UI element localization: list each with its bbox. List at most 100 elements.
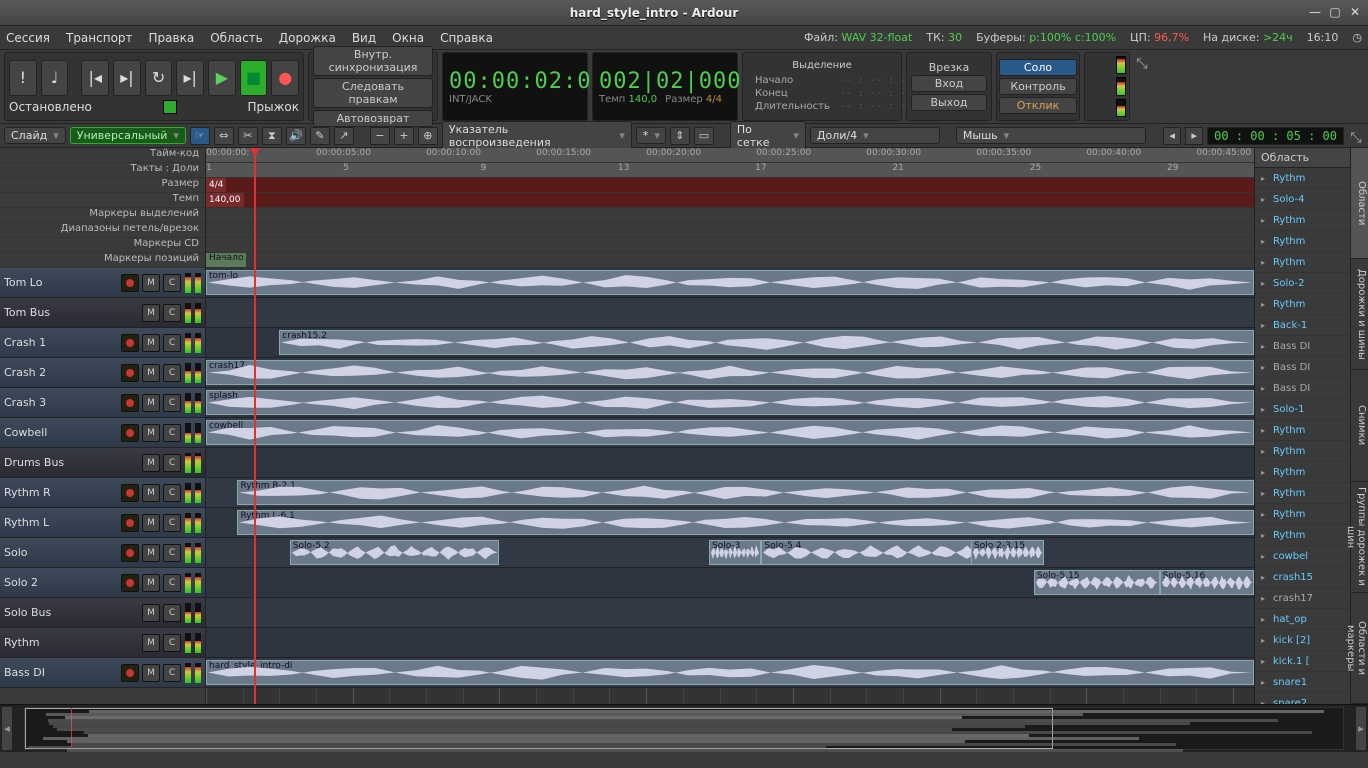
- region-list-item[interactable]: snare2: [1255, 693, 1350, 704]
- transport-jump[interactable]: Прыжок: [247, 100, 299, 114]
- nudge-forward-button[interactable]: ▸: [1185, 127, 1203, 145]
- region-list-item[interactable]: Back-1: [1255, 315, 1350, 336]
- track-solo-button[interactable]: С: [163, 544, 181, 562]
- track-lane[interactable]: [206, 448, 1254, 478]
- track-mute-button[interactable]: М: [142, 334, 160, 352]
- track-header[interactable]: Tom BusМС: [0, 298, 205, 328]
- track-height-combo[interactable]: *: [636, 127, 666, 144]
- region-list-item[interactable]: Solo-1: [1255, 399, 1350, 420]
- track-mute-button[interactable]: М: [142, 364, 160, 382]
- auto-return-button[interactable]: Автовозврат: [313, 110, 433, 127]
- stop-button[interactable]: ■: [240, 60, 268, 96]
- tool-timefx[interactable]: ⧗: [262, 127, 282, 145]
- track-header[interactable]: RythmМС: [0, 628, 205, 658]
- track-mute-button[interactable]: М: [142, 424, 160, 442]
- track-rec-button[interactable]: [121, 484, 139, 502]
- audio-region[interactable]: Solo-5.16: [1160, 570, 1254, 595]
- track-lane[interactable]: cowbell: [206, 418, 1254, 448]
- track-mute-button[interactable]: М: [142, 634, 160, 652]
- tool-range[interactable]: ⇔: [214, 127, 234, 145]
- track-mute-button[interactable]: М: [142, 394, 160, 412]
- track-solo-button[interactable]: С: [163, 424, 181, 442]
- minimize-icon[interactable]: —: [1308, 6, 1322, 20]
- menu-transport[interactable]: Транспорт: [66, 31, 133, 45]
- audio-region[interactable]: splash: [206, 390, 1254, 415]
- track-rec-button[interactable]: [121, 394, 139, 412]
- track-solo-button[interactable]: С: [163, 514, 181, 532]
- punch-out-button[interactable]: Выход: [911, 94, 987, 111]
- track-lane[interactable]: Solo-5.15Solo-5.16: [206, 568, 1254, 598]
- tool-cut[interactable]: ✂: [238, 127, 258, 145]
- edit-point-combo[interactable]: Мышь: [956, 127, 1146, 144]
- region-list-item[interactable]: crash15: [1255, 567, 1350, 588]
- track-mute-button[interactable]: М: [142, 574, 160, 592]
- track-rec-button[interactable]: [121, 574, 139, 592]
- region-list-item[interactable]: Rythm: [1255, 462, 1350, 483]
- close-icon[interactable]: ✕: [1348, 6, 1362, 20]
- punch-in-button[interactable]: Вход: [911, 75, 987, 92]
- track-mute-button[interactable]: М: [142, 514, 160, 532]
- track-header[interactable]: Bass DIМС: [0, 658, 205, 688]
- track-mute-button[interactable]: М: [142, 484, 160, 502]
- track-solo-button[interactable]: С: [163, 574, 181, 592]
- goto-start-button[interactable]: |◂: [81, 60, 109, 96]
- sidebar-list[interactable]: RythmSolo-4RythmRythmRythmSolo-2RythmBac…: [1255, 168, 1350, 704]
- ruler-label[interactable]: Маркеры выделений: [0, 208, 205, 223]
- region-list-item[interactable]: Rythm: [1255, 210, 1350, 231]
- track-lane[interactable]: splash: [206, 388, 1254, 418]
- play-button[interactable]: ▶: [208, 60, 236, 96]
- track-lane[interactable]: tom-lo: [206, 268, 1254, 298]
- vtab-ranges[interactable]: Области и маркеры: [1351, 593, 1368, 704]
- menu-window[interactable]: Окна: [392, 31, 424, 45]
- track-header[interactable]: Drums BusМС: [0, 448, 205, 478]
- ruler-label[interactable]: Размер: [0, 178, 205, 193]
- menu-edit[interactable]: Правка: [149, 31, 195, 45]
- track-solo-button[interactable]: С: [163, 364, 181, 382]
- maximize-icon[interactable]: ▢: [1328, 6, 1342, 20]
- track-lane[interactable]: [206, 298, 1254, 328]
- region-list-item[interactable]: Rythm: [1255, 525, 1350, 546]
- track-header[interactable]: Crash 1МС: [0, 328, 205, 358]
- track-header[interactable]: Rythm LМС: [0, 508, 205, 538]
- midi-panic-button[interactable]: !: [9, 60, 37, 96]
- audio-region[interactable]: Solo 2-3.15: [971, 540, 1044, 565]
- track-header[interactable]: Rythm RМС: [0, 478, 205, 508]
- audio-region[interactable]: Rythm R-2.1: [237, 480, 1254, 505]
- region-list-item[interactable]: Rythm: [1255, 252, 1350, 273]
- track-lane[interactable]: Rythm R-2.1: [206, 478, 1254, 508]
- track-lane[interactable]: crash17: [206, 358, 1254, 388]
- track-rec-button[interactable]: [121, 544, 139, 562]
- track-mute-button[interactable]: М: [142, 664, 160, 682]
- track-rec-button[interactable]: [121, 274, 139, 292]
- edit-mode-combo[interactable]: Слайд: [4, 127, 66, 144]
- shrink-tracks-button[interactable]: ▭: [694, 127, 714, 145]
- feedback-button[interactable]: Отклик: [999, 97, 1077, 114]
- region-list-item[interactable]: Bass DI: [1255, 336, 1350, 357]
- region-list-item[interactable]: Rythm: [1255, 420, 1350, 441]
- track-header[interactable]: Crash 3МС: [0, 388, 205, 418]
- track-solo-button[interactable]: С: [163, 274, 181, 292]
- region-list-item[interactable]: Rythm: [1255, 231, 1350, 252]
- track-mute-button[interactable]: М: [142, 304, 160, 322]
- vtab-groups[interactable]: Группы дорожек и шин: [1351, 482, 1368, 593]
- track-header[interactable]: SoloМС: [0, 538, 205, 568]
- summary-left-handle[interactable]: ◂: [2, 707, 12, 750]
- menu-view[interactable]: Вид: [352, 31, 376, 45]
- track-solo-button[interactable]: С: [163, 394, 181, 412]
- menu-track[interactable]: Дорожка: [279, 31, 336, 45]
- vtab-snapshots[interactable]: Снимки: [1351, 370, 1368, 481]
- track-mute-button[interactable]: М: [142, 454, 160, 472]
- ruler-label[interactable]: Такты : Доли: [0, 163, 205, 178]
- track-mute-button[interactable]: М: [142, 544, 160, 562]
- nudge-clock[interactable]: 00 : 00 : 05 : 00: [1207, 127, 1344, 145]
- primary-clock-display[interactable]: 00:00:02:04: [449, 69, 581, 94]
- ruler-label[interactable]: Диапазоны петель/врезок: [0, 223, 205, 238]
- track-solo-button[interactable]: С: [163, 454, 181, 472]
- track-rec-button[interactable]: [121, 364, 139, 382]
- region-list-item[interactable]: Solo-2: [1255, 273, 1350, 294]
- ruler-label[interactable]: Маркеры CD: [0, 238, 205, 253]
- track-rec-button[interactable]: [121, 664, 139, 682]
- ruler-canvas[interactable]: 00:00:00:00:00:05:0000:00:10:0000:00:15:…: [206, 148, 1254, 268]
- summary-view[interactable]: ◂ ▸: [0, 704, 1368, 752]
- audio-region[interactable]: crash17: [206, 360, 1254, 385]
